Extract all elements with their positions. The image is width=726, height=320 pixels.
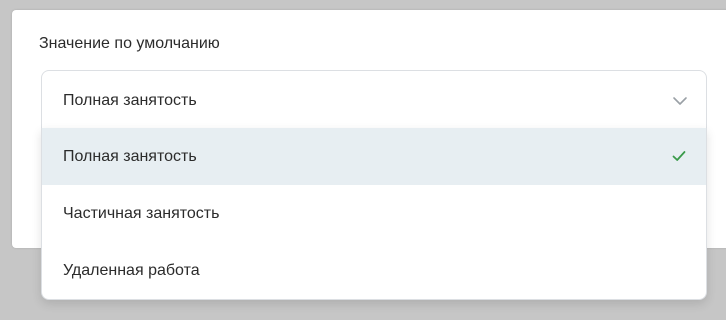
default-value-select[interactable]: Полная занятость	[41, 70, 707, 128]
option-label: Полная занятость	[63, 148, 197, 165]
chevron-down-icon	[671, 92, 689, 110]
option-part-time[interactable]: Частичная занятость	[42, 185, 706, 242]
select-current-value: Полная занятость	[63, 92, 197, 109]
option-remote-work[interactable]: Удаленная работа	[42, 242, 706, 299]
option-label: Удаленная работа	[63, 262, 200, 279]
default-value-label: Значение по умолчанию	[39, 35, 220, 52]
check-icon	[670, 147, 688, 165]
option-full-time[interactable]: Полная занятость	[42, 128, 706, 185]
option-label: Частичная занятость	[63, 205, 220, 222]
dropdown-menu: Полная занятость Частичная занятость Уда…	[41, 128, 707, 300]
